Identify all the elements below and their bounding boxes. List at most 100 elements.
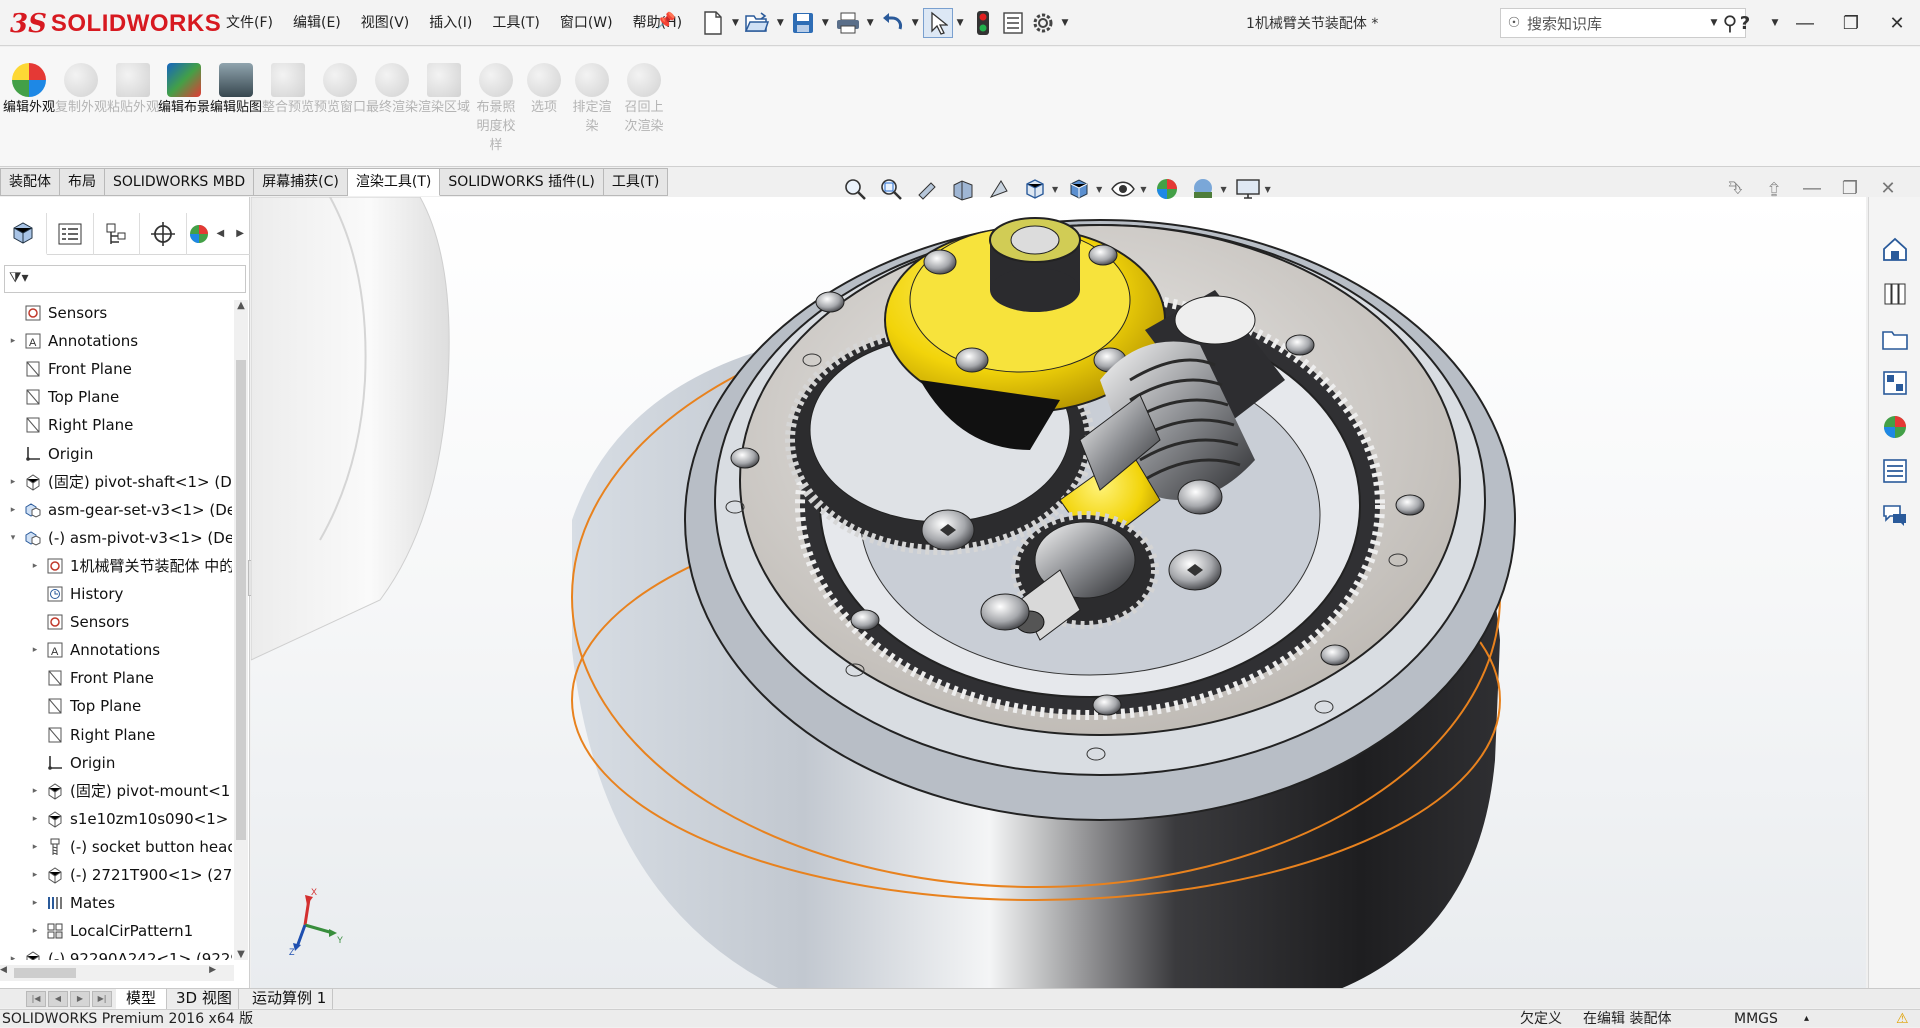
tree-item[interactable]: Sensors [26, 609, 129, 635]
solidworks-logo[interactable]: 3S SOLIDWORKS [10, 2, 221, 46]
file-explorer-icon[interactable] [1875, 319, 1915, 359]
expand-arrow-icon[interactable]: ▸ [26, 645, 44, 655]
tree-item[interactable]: ▸ Mates [26, 890, 115, 916]
edit-scene-button[interactable]: 编辑布景 [158, 63, 210, 117]
tab-assembly[interactable]: 装配体 [0, 168, 60, 196]
select-dropdown-icon[interactable]: ▼ [957, 18, 964, 28]
solidworks-forum-icon[interactable] [1875, 495, 1915, 535]
appearances-scenes-icon[interactable] [1875, 407, 1915, 447]
expand-arrow-icon[interactable]: ▸ [4, 505, 22, 515]
graphics-area[interactable] [251, 197, 1866, 989]
display-style-dropdown-icon[interactable]: ▼ [1096, 185, 1102, 194]
search-input[interactable]: 搜索知识库 [1527, 13, 1715, 34]
edit-appearance-button[interactable]: 编辑外观 [3, 63, 55, 117]
tree-horizontal-scrollbar[interactable]: ◀ ▶ [0, 965, 234, 981]
save-dropdown-icon[interactable]: ▼ [822, 18, 829, 28]
view-palette-icon[interactable] [1875, 363, 1915, 403]
units-arrow-icon[interactable]: ▴ [1804, 1010, 1809, 1028]
tree-vertical-scrollbar[interactable]: ▲ ▼ [234, 300, 248, 960]
scroll-up-icon[interactable]: ▲ [234, 300, 248, 311]
tree-item[interactable]: Right Plane [4, 412, 133, 438]
dimxpert-manager-tab-icon[interactable] [140, 212, 188, 255]
display-style-icon[interactable] [1064, 175, 1094, 203]
horizontal-scroll-thumb[interactable] [14, 968, 76, 978]
search-dropdown-icon[interactable]: ▼ [1706, 18, 1722, 28]
menu-file[interactable]: 文件(F) [226, 12, 273, 32]
tree-item[interactable]: ▸ (-) socket button heac [26, 834, 232, 860]
tree-item[interactable]: ▸ LocalCirPattern1 [26, 918, 193, 944]
gear-assembly-model[interactable] [251, 197, 1866, 989]
solidworks-resources-icon[interactable] [1875, 229, 1915, 269]
tab-tools[interactable]: 工具(T) [603, 168, 669, 196]
rebuild-traffic-light-icon[interactable] [968, 8, 998, 38]
tree-filter-input[interactable]: ⧩▾ [4, 265, 246, 293]
expand-arrow-icon[interactable]: ▾ [4, 533, 22, 543]
tree-item[interactable]: History [26, 581, 123, 607]
tab-mbd[interactable]: SOLIDWORKS MBD [105, 168, 255, 196]
expand-arrow-icon[interactable]: ▸ [26, 926, 44, 936]
tree-item[interactable]: Right Plane [26, 722, 155, 748]
paste-appearance-button[interactable]: 粘贴外观 [107, 63, 159, 117]
scene-dropdown-icon[interactable]: ▼ [1220, 185, 1226, 194]
select-arrow-icon[interactable] [922, 8, 953, 38]
save-icon[interactable] [788, 8, 818, 38]
expand-arrow-icon[interactable]: ▸ [26, 842, 44, 852]
integrated-preview-button[interactable]: 整合预览 [262, 63, 314, 117]
expand-arrow-icon[interactable]: ▸ [26, 561, 44, 571]
tree-item[interactable]: Origin [26, 750, 115, 776]
tabs-scroll-left-icon[interactable]: ◀ [210, 228, 230, 239]
tree-item[interactable]: ▸ (固定) pivot-shaft<1> (De [4, 469, 232, 495]
minimize-icon[interactable]: ― [1782, 13, 1828, 34]
apply-scene-icon[interactable] [1188, 175, 1218, 203]
prev-tab-icon[interactable]: ◀ [48, 991, 68, 1007]
tabs-scroll-right-icon[interactable]: ▶ [230, 228, 250, 239]
first-tab-icon[interactable]: |◀ [26, 991, 46, 1007]
tab-screen-capture[interactable]: 屏幕捕获(C) [254, 168, 348, 196]
open-dropdown-icon[interactable]: ▼ [777, 18, 784, 28]
expand-arrow-icon[interactable]: ▸ [4, 954, 22, 960]
tree-item[interactable]: Front Plane [4, 356, 132, 382]
tree-item[interactable]: ▸ (-) 2721T900<1> (272 [26, 862, 232, 888]
expand-arrow-icon[interactable]: ▸ [26, 786, 44, 796]
tree-item[interactable]: Origin [4, 441, 93, 467]
last-tab-icon[interactable]: ▶| [92, 991, 112, 1007]
render-region-button[interactable]: 渲染区域 [418, 63, 470, 117]
pin-menu-icon[interactable]: 📌 [656, 11, 676, 30]
tree-item[interactable]: Front Plane [26, 665, 154, 691]
section-view-icon[interactable] [948, 175, 978, 203]
tree-item[interactable]: ▸ A Annotations [4, 328, 138, 354]
tree-item[interactable]: ▸ s1e10zm10s090<1> (I [26, 806, 232, 832]
expand-arrow-icon[interactable]: ▸ [4, 336, 22, 346]
tab-layout[interactable]: 布局 [60, 168, 105, 196]
tab-render-tools[interactable]: 渲染工具(T) [347, 168, 441, 196]
configuration-manager-tab-icon[interactable] [94, 212, 141, 255]
tree-item[interactable]: Sensors [4, 300, 107, 326]
tree-item[interactable]: ▸ 1机械臂关节装配体 中的 [26, 553, 232, 579]
new-dropdown-icon[interactable]: ▼ [732, 18, 739, 28]
tree-item[interactable]: Top Plane [26, 693, 141, 719]
zoom-to-area-icon[interactable] [876, 175, 906, 203]
previous-view-icon[interactable] [912, 175, 942, 203]
close-icon[interactable]: ✕ [1874, 13, 1920, 34]
expand-arrow-icon[interactable]: ▸ [4, 477, 22, 487]
status-rebuild-icon[interactable]: ⚠ [1896, 1010, 1909, 1028]
viewport-minimize-icon[interactable]: ― [1798, 178, 1826, 208]
render-options-button[interactable]: 选项 [518, 63, 570, 117]
restore-icon[interactable]: ❐ [1828, 13, 1874, 34]
expand-arrow-icon[interactable]: ▸ [26, 814, 44, 824]
tree-item[interactable]: Top Plane [4, 384, 119, 410]
expand-arrow-icon[interactable]: ▸ [26, 898, 44, 908]
tab-addins[interactable]: SOLIDWORKS 插件(L) [440, 168, 604, 196]
viewport-split-left-icon[interactable]: ⮷ [1722, 178, 1750, 208]
view-orientation-icon[interactable] [1020, 175, 1050, 203]
options-dropdown-icon[interactable]: ▼ [1062, 18, 1069, 28]
final-render-button[interactable]: 最终渲染 [366, 63, 418, 117]
print-icon[interactable] [833, 8, 863, 38]
view-settings-icon[interactable] [1233, 175, 1263, 203]
help-icon[interactable]: ? [1722, 13, 1768, 34]
undo-icon[interactable] [878, 8, 908, 38]
new-document-icon[interactable] [698, 8, 728, 38]
scroll-left-icon[interactable]: ◀ [0, 965, 7, 975]
expand-arrow-icon[interactable]: ▸ [26, 870, 44, 880]
hide-show-dropdown-icon[interactable]: ▼ [1140, 185, 1146, 194]
